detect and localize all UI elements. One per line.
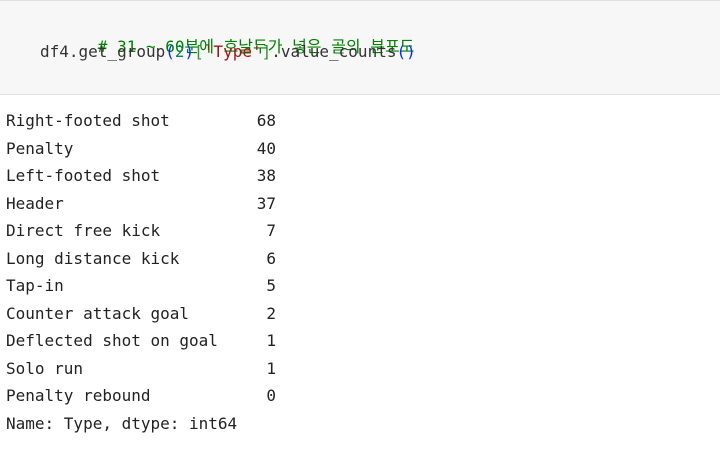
code-open-paren: (	[165, 42, 175, 61]
output-row-count: 6	[266, 248, 276, 268]
output-row-count: 1	[266, 358, 276, 378]
code-method: .value_counts	[271, 42, 397, 61]
code-key-string: 'Type'	[203, 42, 262, 61]
output-row: Header 37	[6, 190, 276, 218]
output-row-label: Counter attack goal	[6, 303, 190, 323]
cell-output: Right-footed shot 68 Penalty 40 Left-footed …	[6, 107, 276, 437]
output-row: Long distance kick 6	[6, 245, 276, 273]
code-close-bracket: ]	[261, 42, 272, 61]
output-row: Deflected shot on goal 1	[6, 327, 276, 355]
code-call-prefix: df4.get_group	[40, 42, 166, 61]
output-row: Left-footed shot 38	[6, 162, 276, 190]
output-row-count: 38	[256, 166, 276, 185]
output-row-label: Tap-in	[6, 276, 64, 295]
value-counts-list: Right-footed shot 68 Penalty 40 Left-footed …	[6, 107, 276, 410]
output-row-label: Solo run	[6, 358, 84, 378]
output-row-label: Right-footed shot	[6, 111, 170, 130]
output-row-count: 2	[266, 303, 276, 323]
notebook: # 31 ~ 60분에 호날두가 넣은 골의 분포도 df4.get_group…	[0, 0, 720, 453]
output-row-label: Penalty rebound	[6, 386, 151, 405]
output-row-count: 7	[266, 221, 276, 240]
output-row-label: Deflected shot on goal	[6, 331, 218, 350]
code-open-bracket: [	[194, 42, 204, 61]
output-row-count: 37	[256, 193, 276, 213]
output-row: Penalty rebound 0	[6, 382, 276, 410]
code-close-paren: )	[184, 42, 195, 61]
code-statement-line: df4.get_group(2)['Type'].value_counts()	[40, 42, 416, 62]
code-cell[interactable]: # 31 ~ 60분에 호날두가 넣은 골의 분포도 df4.get_group…	[0, 0, 720, 95]
output-row: Tap-in 5	[6, 272, 276, 300]
output-row-label: Direct free kick	[6, 221, 161, 240]
output-footer: Name: Type, dtype: int64	[6, 413, 238, 433]
output-row-count: 1	[266, 331, 276, 350]
output-row-count: 68	[256, 111, 276, 130]
output-row-count: 5	[266, 276, 276, 295]
code-call-parens: ()	[396, 42, 416, 61]
output-row-label: Header	[6, 193, 64, 213]
output-row-count: 40	[256, 138, 276, 158]
code-arg: 2	[174, 42, 185, 61]
output-row-label: Penalty	[6, 138, 74, 158]
output-row-label: Left-footed shot	[6, 166, 161, 185]
output-row: Right-footed shot 68	[6, 107, 276, 135]
output-row-label: Long distance kick	[6, 248, 180, 268]
output-row: Solo run 1	[6, 355, 276, 383]
output-row: Counter attack goal 2	[6, 300, 276, 328]
output-row: Direct free kick 7	[6, 217, 276, 245]
output-row-count: 0	[266, 386, 276, 405]
output-row: Penalty 40	[6, 135, 276, 163]
